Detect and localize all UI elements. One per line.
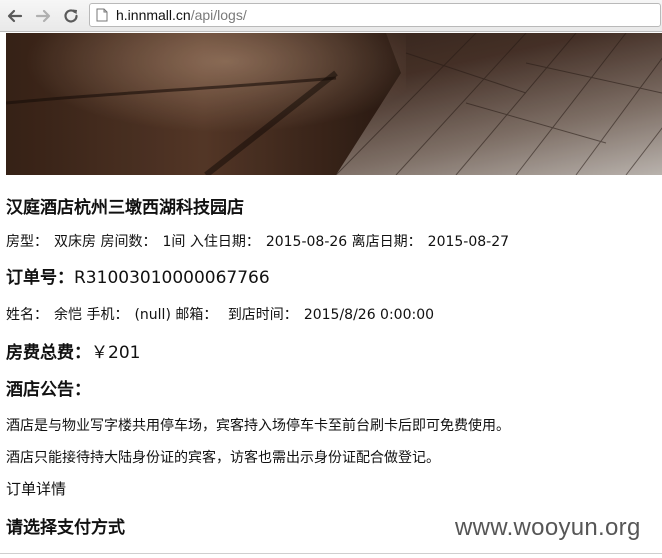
checkout-label: 离店日期： (351, 234, 422, 250)
phone-value: (null) (134, 307, 171, 323)
guest-info: 姓名： 余恺 手机： (null) 邮箱： 到店时间： 2015/8/26 0:00:… (6, 304, 434, 324)
total-fee-line: 房费总费：￥201 (6, 338, 140, 363)
page-icon (96, 8, 108, 22)
url-text: h.innmall.cn/api/logs/ (116, 7, 247, 23)
order-number-line: 订单号：R31003010000067766 (6, 263, 270, 288)
hotel-notice-parking: 酒店是与物业写字楼共用停车场，宾客持入场停车卡至前台刷卡后即可免费使用。 (6, 418, 510, 434)
room-type-value: 双床房 (54, 234, 96, 250)
back-button[interactable] (4, 5, 26, 27)
forward-arrow-icon (35, 9, 51, 23)
guest-name-label: 姓名： (6, 307, 48, 323)
room-count-label: 房间数： (100, 234, 157, 250)
order-number-label: 订单号： (6, 268, 74, 288)
address-bar[interactable]: h.innmall.cn/api/logs/ (89, 3, 661, 27)
arrival-label: 到店时间： (227, 307, 298, 323)
reload-icon (64, 9, 78, 23)
arrival-time: 2015/8/26 0:00:00 (303, 307, 435, 323)
checkin-date: 2015-08-26 (265, 234, 348, 250)
hotel-notice-title: 酒店公告： (6, 380, 91, 400)
reload-button[interactable] (60, 5, 82, 27)
order-number: R31003010000067766 (74, 268, 270, 288)
back-arrow-icon (7, 9, 23, 23)
hotel-notice-id: 酒店只能接待持大陆身份证的宾客，访客也需出示身份证配合做登记。 (6, 450, 440, 466)
url-host: h.innmall.cn (116, 7, 191, 23)
checkin-label: 入住日期： (189, 234, 260, 250)
hotel-room-photo (6, 33, 662, 175)
hotel-name: 汉庭酒店杭州三墩西湖科技园店 (6, 198, 244, 218)
order-detail-link[interactable]: 订单详情 (6, 478, 66, 499)
email-label: 邮箱： (175, 307, 218, 323)
total-fee: ￥201 (91, 343, 141, 363)
guest-name: 余恺 (54, 307, 82, 323)
total-fee-label: 房费总费： (6, 343, 91, 363)
phone-label: 手机： (86, 307, 129, 323)
forward-button[interactable] (32, 5, 54, 27)
divider (0, 553, 662, 554)
watermark: www.wooyun.org (455, 514, 641, 541)
payment-method-title: 请选择支付方式 (6, 518, 125, 538)
room-info: 房型： 双床房 房间数： 1间 入住日期： 2015-08-26 离店日期： 2015-… (6, 231, 509, 251)
checkout-date: 2015-08-27 (427, 234, 510, 250)
room-type-label: 房型： (6, 234, 48, 250)
room-count-value: 1间 (162, 234, 186, 250)
url-path: /api/logs/ (190, 7, 247, 23)
browser-toolbar: h.innmall.cn/api/logs/ (0, 0, 662, 32)
